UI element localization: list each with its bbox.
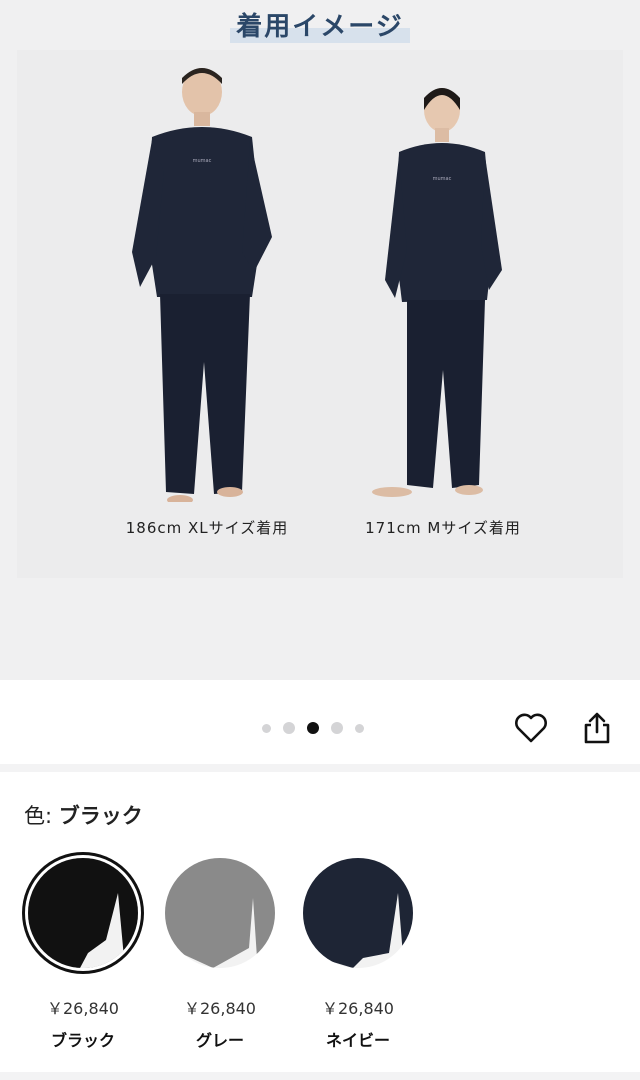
male-model-figure: mumac (132, 68, 272, 502)
carousel-dot[interactable] (355, 723, 364, 733)
favorite-button[interactable] (511, 708, 551, 748)
bottom-divider (0, 1072, 640, 1080)
color-label: 色: ブラック (24, 800, 143, 830)
carousel-dot-active[interactable] (307, 722, 319, 734)
price-navy: ￥26,840 (322, 999, 394, 1018)
female-model-figure: mumac (372, 88, 502, 497)
price-gray: ￥26,840 (184, 999, 256, 1018)
section-divider (0, 764, 640, 772)
color-name-navy: ネイビー (325, 1031, 390, 1050)
color-swatch-navy[interactable] (303, 858, 413, 968)
price-black: ￥26,840 (47, 999, 119, 1018)
gray-garment-image (165, 858, 275, 968)
color-name-gray: グレー (195, 1031, 244, 1050)
heart-icon (515, 713, 547, 743)
black-garment-image (28, 858, 138, 968)
female-model-caption: 171cm Mサイズ着用 (365, 519, 521, 537)
carousel-dot[interactable] (331, 722, 343, 734)
carousel-dot[interactable] (283, 722, 295, 734)
carousel-dot[interactable] (262, 723, 271, 733)
navy-garment-image (303, 858, 413, 968)
color-swatch-gray[interactable] (165, 858, 275, 968)
share-icon (584, 712, 610, 744)
color-label-text: 色: (24, 804, 53, 828)
svg-text:mumac: mumac (433, 176, 452, 182)
color-swatch-black[interactable] (28, 858, 138, 968)
carousel-indicator (262, 722, 364, 734)
model-photo: mumac mumac 186cm XLサイズ着用 171cm Mサイズ着用 (17, 50, 623, 578)
image-title: 着用イメージ (230, 6, 410, 43)
male-model-caption: 186cm XLサイズ着用 (125, 519, 289, 537)
selected-color-name: ブラック (58, 804, 143, 828)
share-button[interactable] (577, 708, 617, 748)
color-name-black: ブラック (50, 1031, 115, 1050)
product-image-area[interactable]: 着用イメージ mumac mumac 186cm XLサイズ着用 171cm M… (0, 0, 640, 680)
svg-text:mumac: mumac (193, 158, 212, 164)
